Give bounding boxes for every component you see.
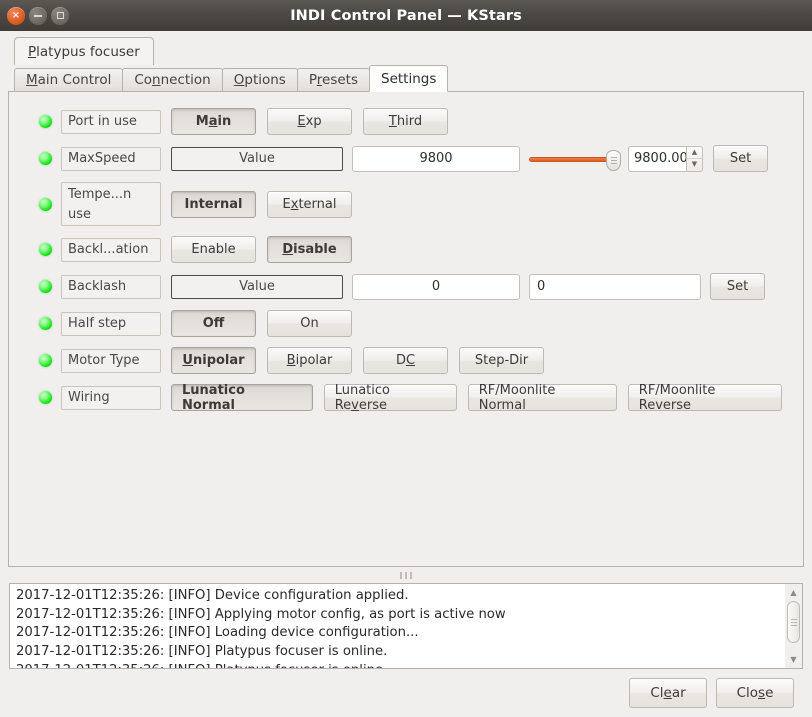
spinbox-steppers[interactable]: ▲ ▼ xyxy=(686,145,703,172)
button-on[interactable]: On xyxy=(267,310,352,337)
scroll-down-icon[interactable]: ▼ xyxy=(787,653,801,666)
backlash-edit-field[interactable]: 0 xyxy=(529,273,701,300)
value-caption: Value xyxy=(171,274,343,299)
status-led-ok-icon xyxy=(39,354,52,367)
button-step-dir[interactable]: Step-Dir xyxy=(459,347,544,374)
tab-connection[interactable]: Connection xyxy=(122,68,223,92)
maxspeed-current-value: 9800 xyxy=(352,145,520,172)
window-title: INDI Control Panel — KStars xyxy=(290,7,522,24)
stepper-down-icon[interactable]: ▼ xyxy=(687,159,702,171)
scroll-up-icon[interactable]: ▲ xyxy=(787,586,801,599)
slider-track xyxy=(529,156,613,162)
button-rf-moonlite-reverse[interactable]: RF/Moonlite Reverse xyxy=(627,383,782,413)
button-exp[interactable]: Exp xyxy=(267,108,352,135)
dialog-button-bar: Clear Close xyxy=(8,669,804,717)
minimize-icon[interactable] xyxy=(29,6,47,25)
log-console: 2017-12-01T12:35:26: [INFO] Device confi… xyxy=(9,583,803,669)
maximize-icon[interactable] xyxy=(51,6,69,25)
property-row-port-in-use: Port in use Main Exp Third xyxy=(19,108,793,135)
property-label: MaxSpeed xyxy=(61,146,161,171)
property-row-backlash-compensation: Backl...ation Enable Disable xyxy=(19,236,793,263)
close-icon[interactable]: × xyxy=(7,6,25,25)
clear-button[interactable]: Clear xyxy=(629,678,707,708)
tab-presets[interactable]: Presets xyxy=(296,68,370,92)
property-label: Port in use xyxy=(61,109,161,134)
slider-handle[interactable] xyxy=(606,149,621,171)
button-rf-moonlite-normal[interactable]: RF/Moonlite Normal xyxy=(467,383,617,413)
button-dc[interactable]: DC xyxy=(363,347,448,374)
maxspeed-slider[interactable] xyxy=(529,146,621,172)
log-line: 2017-12-01T12:35:26: [INFO] Device confi… xyxy=(16,588,409,603)
tab-main-control[interactable]: Main Control xyxy=(14,68,124,92)
close-button[interactable]: Close xyxy=(716,678,794,708)
window-titlebar: × INDI Control Panel — KStars xyxy=(0,0,812,31)
status-led-ok-icon xyxy=(39,152,52,165)
window-controls: × xyxy=(7,6,69,25)
button-enable[interactable]: Enable xyxy=(171,236,256,263)
splitter-handle[interactable] xyxy=(8,570,804,581)
status-led-ok-icon xyxy=(39,317,52,330)
property-label: Tempe...n use xyxy=(61,182,161,226)
backlash-set-button[interactable]: Set xyxy=(710,273,765,300)
tab-options[interactable]: Options xyxy=(221,68,298,92)
property-row-motor-type: Motor Type Unipolar Bipolar DC Step-Dir xyxy=(19,347,793,374)
backlash-current-value: 0 xyxy=(352,273,520,300)
settings-tab-page: Port in use Main Exp Third MaxSpeed Valu… xyxy=(8,91,804,567)
spinbox-value[interactable]: 9800.00 xyxy=(628,145,686,172)
window-body: Platypus focuser Main Control Connection… xyxy=(0,31,812,717)
log-text-area[interactable]: 2017-12-01T12:35:26: [INFO] Device confi… xyxy=(9,583,785,669)
status-led-ok-icon xyxy=(39,280,52,293)
value-caption: Value xyxy=(171,146,343,171)
log-line: 2017-12-01T12:35:26: [INFO] Loading devi… xyxy=(16,625,419,641)
stepper-up-icon[interactable]: ▲ xyxy=(687,147,702,159)
tab-settings[interactable]: Settings xyxy=(369,65,449,92)
button-main[interactable]: Main xyxy=(171,108,256,135)
maxspeed-spinbox[interactable]: 9800.00 ▲ ▼ xyxy=(628,145,703,172)
settings-panel: Main Control Connection Options Presets … xyxy=(8,65,804,567)
property-row-maxspeed: MaxSpeed Value 9800 9800.00 ▲ ▼ Set xyxy=(19,145,793,172)
button-lunatico-reverse[interactable]: Lunatico Reverse xyxy=(323,383,457,413)
button-bipolar[interactable]: Bipolar xyxy=(267,347,352,374)
button-disable[interactable]: Disable xyxy=(267,236,352,263)
device-tab-platypus-focuser[interactable]: Platypus focuser xyxy=(14,37,154,65)
property-label: Motor Type xyxy=(61,348,161,373)
property-label: Backl...ation xyxy=(61,237,161,262)
property-tabbar: Main Control Connection Options Presets … xyxy=(8,65,804,92)
property-row-temperature-sensor: Tempe...n use Internal External xyxy=(19,182,793,226)
property-row-backlash: Backlash Value 0 0 Set xyxy=(19,273,793,300)
status-led-ok-icon xyxy=(39,197,52,211)
status-led-ok-icon xyxy=(39,391,52,404)
log-line: 2017-12-01T12:35:26: [INFO] Applying mot… xyxy=(16,606,506,622)
device-tabbar: Platypus focuser xyxy=(8,37,804,65)
property-row-wiring: Wiring Lunatico Normal Lunatico Reverse … xyxy=(19,383,793,413)
log-scrollbar[interactable]: ▲ ▼ xyxy=(785,583,803,669)
button-third[interactable]: Third xyxy=(363,108,448,135)
property-label: Wiring xyxy=(61,385,161,410)
property-label: Half step xyxy=(61,311,161,336)
property-label: Backlash xyxy=(61,274,161,299)
button-unipolar[interactable]: Unipolar xyxy=(171,347,256,374)
status-led-ok-icon xyxy=(39,115,52,128)
log-line: 2017-12-01T12:35:26: [INFO] Platypus foc… xyxy=(16,662,780,668)
property-row-half-step: Half step Off On xyxy=(19,310,793,337)
button-external[interactable]: External xyxy=(267,190,352,218)
button-lunatico-normal[interactable]: Lunatico Normal xyxy=(171,383,313,413)
button-off[interactable]: Off xyxy=(171,310,256,337)
log-line: 2017-12-01T12:35:26: [INFO] Platypus foc… xyxy=(16,644,388,660)
status-led-ok-icon xyxy=(39,243,52,256)
scrollbar-thumb[interactable] xyxy=(787,601,800,643)
maxspeed-set-button[interactable]: Set xyxy=(713,145,768,172)
button-internal[interactable]: Internal xyxy=(171,190,256,218)
